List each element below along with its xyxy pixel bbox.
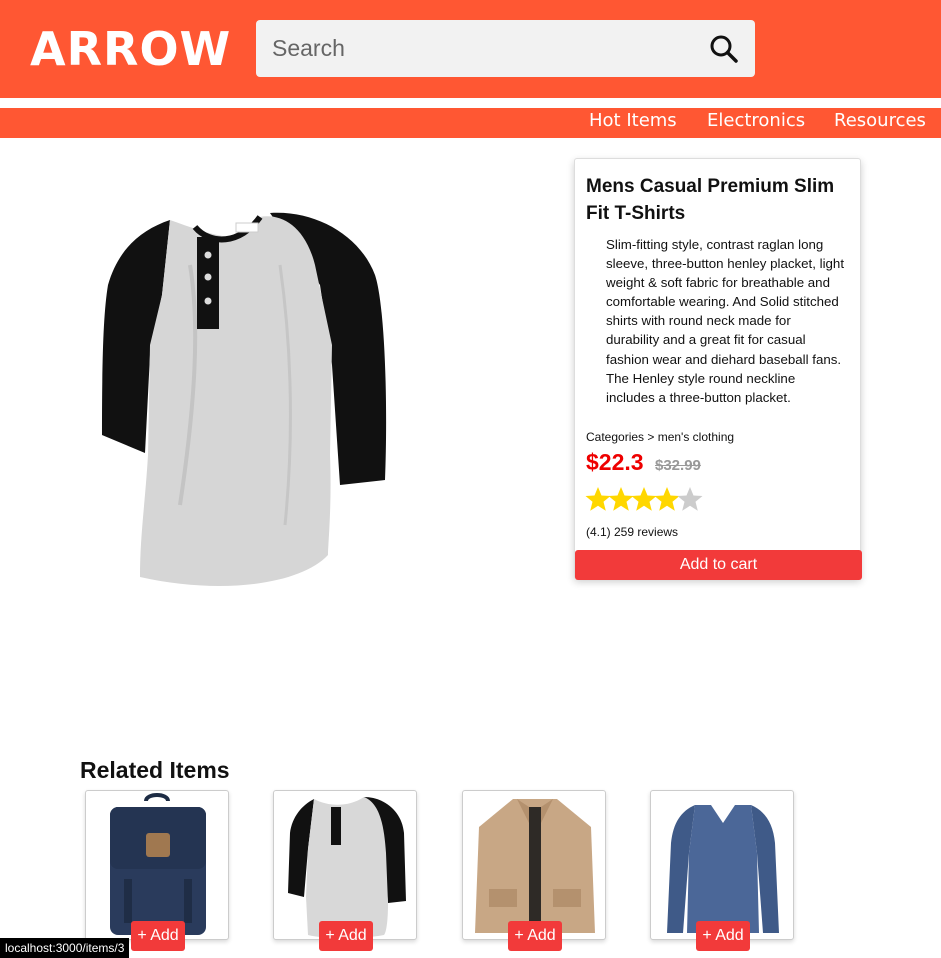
related-item-card[interactable]: + Add — [462, 790, 606, 951]
add-related-item-button[interactable]: + Add — [508, 921, 562, 951]
add-related-item-button[interactable]: + Add — [131, 921, 185, 951]
logo[interactable]: ARROW — [30, 22, 231, 76]
nav-item-hot-items[interactable]: Hot Items — [589, 110, 677, 131]
related-item-card[interactable]: + Add — [273, 790, 417, 951]
review-count[interactable]: (4.1) 259 reviews — [586, 525, 678, 539]
related-item-card[interactable]: + Add — [85, 790, 229, 951]
nav-item-electronics[interactable]: Electronics — [707, 110, 805, 131]
search-bar — [256, 20, 755, 77]
product-price: $22.3 — [586, 449, 644, 475]
product-card: Mens Casual Premium Slim Fit T-Shirts Sl… — [574, 158, 862, 580]
jacket-image — [475, 799, 595, 935]
nav-item-resources[interactable]: Resources — [834, 110, 926, 131]
star-empty-icon — [677, 487, 703, 511]
related-items-heading: Related Items — [80, 757, 230, 783]
header: ARROW — [0, 0, 941, 98]
search-input[interactable] — [256, 20, 696, 77]
backpack-image — [110, 793, 206, 935]
product-image — [102, 212, 387, 586]
product-category[interactable]: Categories > men's clothing — [586, 430, 734, 444]
related-item-card[interactable]: + Add — [650, 790, 794, 951]
long-sleeve-shirt-image — [667, 805, 779, 933]
product-old-price: $32.99 — [655, 457, 701, 474]
status-bar-url: localhost:3000/items/3 — [0, 938, 130, 958]
add-related-item-button[interactable]: + Add — [319, 921, 373, 951]
add-related-item-button[interactable]: + Add — [696, 921, 750, 951]
add-to-cart-button[interactable]: Add to cart — [575, 550, 862, 580]
henley-shirt-image — [288, 797, 406, 938]
product-description: Slim-fitting style, contrast raglan long… — [606, 237, 845, 405]
search-icon[interactable] — [709, 34, 739, 64]
nav-bar: Hot Items Electronics Resources — [0, 108, 941, 138]
product-title: Mens Casual Premium Slim Fit T-Shirts — [586, 176, 835, 224]
